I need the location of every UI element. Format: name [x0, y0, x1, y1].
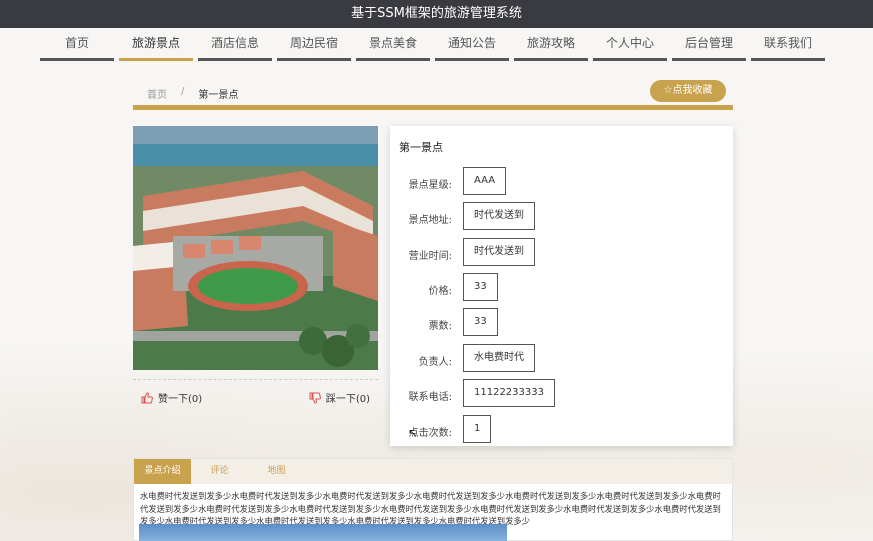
- field-value: 33: [463, 308, 498, 336]
- nav-item-profile[interactable]: 个人中心: [593, 28, 667, 61]
- field-tickets: 票数: 33: [390, 308, 733, 336]
- breadcrumb: 首页 / 第一景点: [147, 86, 238, 101]
- dislike-label: 踩一下(0): [325, 394, 370, 405]
- field-price: 价格: 33: [390, 273, 733, 301]
- like-button[interactable]: 赞一下(0): [141, 390, 202, 405]
- nav-item-hotels[interactable]: 酒店信息: [198, 28, 272, 61]
- main-nav: 首页 旅游景点 酒店信息 周边民宿 景点美食 通知公告 旅游攻略 个人中心 后台…: [0, 28, 873, 64]
- vote-row: 赞一下(0) 踩一下(0): [133, 384, 378, 408]
- tab-comments[interactable]: 评论: [191, 459, 248, 484]
- nav-item-notices[interactable]: 通知公告: [435, 28, 509, 61]
- field-label: 营业时间:: [408, 251, 452, 262]
- field-label: 负责人:: [418, 357, 452, 368]
- field-value: 11122233333: [463, 379, 555, 407]
- dislike-button[interactable]: 踩一下(0): [309, 390, 370, 405]
- field-click-count: 点击次数: 1: [390, 415, 733, 443]
- field-label: 价格:: [428, 286, 452, 297]
- field-opening-hours: 营业时间: 时代发送到: [390, 238, 733, 266]
- introduction-image: [139, 524, 507, 541]
- campus-image: [133, 126, 378, 370]
- field-star-rating: 景点星级: AAA: [390, 167, 733, 195]
- divider: [133, 379, 378, 380]
- tab-map[interactable]: 地图: [248, 459, 305, 484]
- field-address: 景点地址: 时代发送到: [390, 202, 733, 230]
- field-manager: 负责人: 水电费时代: [390, 344, 733, 372]
- field-value: 时代发送到: [463, 238, 535, 266]
- field-label: 景点星级:: [408, 180, 452, 191]
- mouse-cursor-icon: ↖: [408, 426, 419, 440]
- thumbs-up-icon: [141, 391, 153, 403]
- breadcrumb-current: 第一景点: [198, 90, 239, 101]
- introduction-text: 水电费时代发送到发多少水电费时代发送到发多少水电费时代发送到发多少水电费时代发送…: [140, 491, 721, 526]
- nav-item-home[interactable]: 首页: [40, 28, 114, 61]
- tab-header: 景点介绍 评论 地图: [134, 459, 732, 484]
- nav-item-guides[interactable]: 旅游攻略: [514, 28, 588, 61]
- tab-introduction[interactable]: 景点介绍: [134, 459, 191, 484]
- nav-item-homestays[interactable]: 周边民宿: [277, 28, 351, 61]
- field-label: 票数:: [428, 321, 452, 332]
- nav-item-admin[interactable]: 后台管理: [672, 28, 746, 61]
- field-value: 水电费时代: [463, 344, 535, 372]
- field-value: 时代发送到: [463, 202, 535, 230]
- favorite-button[interactable]: ☆点我收藏: [650, 80, 726, 102]
- nav-item-attractions[interactable]: 旅游景点: [119, 28, 193, 61]
- field-label: 联系电话:: [408, 392, 452, 403]
- breadcrumb-bar: 首页 / 第一景点 ☆点我收藏: [133, 80, 733, 110]
- field-value: 1: [463, 415, 492, 443]
- attraction-name: 第一景点: [399, 141, 443, 154]
- attraction-photo: [133, 126, 378, 370]
- attraction-info-panel: 第一景点 景点星级: AAA 景点地址: 时代发送到 营业时间: 时代发送到 价…: [390, 126, 733, 446]
- detail-tabs: 景点介绍 评论 地图 水电费时代发送到发多少水电费时代发送到发多少水电费时代发送…: [133, 458, 733, 541]
- nav-item-contact[interactable]: 联系我们: [751, 28, 825, 61]
- field-phone: 联系电话: 11122233333: [390, 379, 733, 407]
- breadcrumb-home[interactable]: 首页: [147, 86, 167, 101]
- field-value: AAA: [463, 167, 507, 195]
- site-title: 基于SSM框架的旅游管理系统: [0, 0, 873, 28]
- field-value: 33: [463, 273, 498, 301]
- breadcrumb-separator: /: [181, 86, 185, 97]
- field-label: 景点地址:: [408, 215, 452, 226]
- like-label: 赞一下(0): [158, 394, 203, 405]
- thumbs-down-icon: [309, 392, 321, 404]
- nav-item-food[interactable]: 景点美食: [356, 28, 430, 61]
